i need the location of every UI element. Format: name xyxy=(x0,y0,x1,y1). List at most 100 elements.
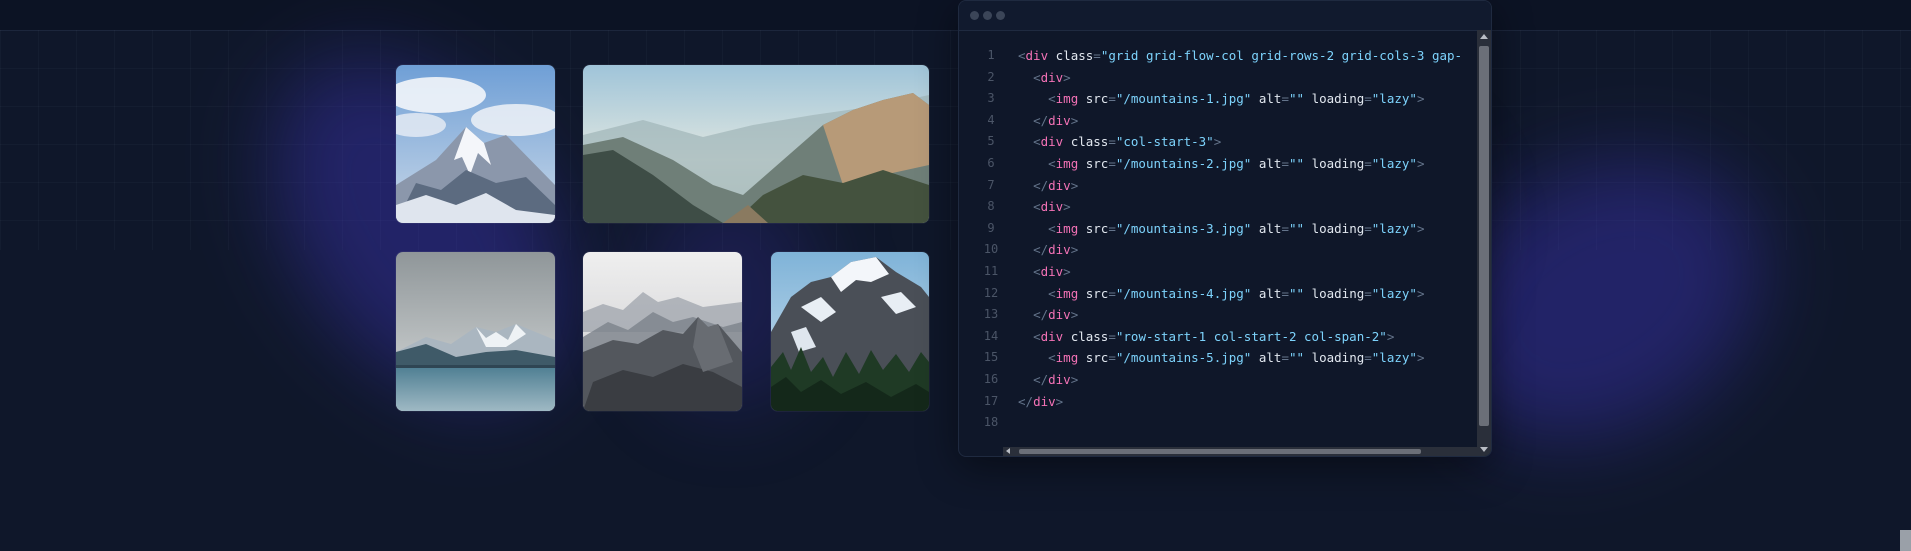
code-text: </div> xyxy=(1018,239,1078,261)
line-number: 7 xyxy=(987,177,995,192)
code-area[interactable]: 1 <div class="grid grid-flow-col grid-row… xyxy=(959,45,1477,435)
page-scrollbar-thumb[interactable] xyxy=(1900,530,1911,551)
line-number: 15 xyxy=(983,350,999,365)
code-token: > xyxy=(1070,112,1079,128)
code-token: > xyxy=(1070,307,1079,323)
code-token: = xyxy=(1108,134,1116,150)
code-token: img xyxy=(1055,220,1079,236)
code-token: loading xyxy=(1311,91,1365,107)
code-token: src xyxy=(1085,350,1109,366)
code-line: 3 <img src="/mountains-1.jpg" alt="" loa… xyxy=(959,88,1477,110)
code-text: <div> xyxy=(1018,196,1071,218)
line-number: 12 xyxy=(983,285,999,300)
vertical-scroll-thumb[interactable] xyxy=(1479,46,1489,426)
code-line: 6 <img src="/mountains-2.jpg" alt="" loa… xyxy=(959,153,1477,175)
code-token: > xyxy=(1416,285,1425,301)
code-token: > xyxy=(1063,263,1071,279)
top-band xyxy=(0,0,1911,31)
code-token: img xyxy=(1055,285,1079,301)
code-line: 15 <img src="/mountains-5.jpg" alt="" lo… xyxy=(959,347,1477,369)
code-token: = xyxy=(1281,155,1289,171)
code-token: class xyxy=(1070,328,1109,344)
code-token: div xyxy=(1025,48,1049,63)
code-token: </ xyxy=(1033,242,1049,258)
code-token: > xyxy=(1386,328,1395,344)
code-token: div xyxy=(1040,263,1064,279)
code-token: > xyxy=(1416,155,1425,171)
code-token: src xyxy=(1085,285,1109,301)
code-token: src xyxy=(1085,155,1109,171)
code-text: </div> xyxy=(1018,304,1078,326)
code-text: <div> xyxy=(1018,67,1071,89)
code-token: < xyxy=(1048,285,1056,301)
code-token: = xyxy=(1281,285,1289,301)
code-token: "grid grid-flow-col grid-rows-2 grid-col… xyxy=(1100,48,1463,63)
code-token: </ xyxy=(1033,371,1049,387)
line-number: 10 xyxy=(983,242,999,257)
code-token: = xyxy=(1281,91,1289,107)
code-token: = xyxy=(1108,285,1116,301)
code-token: img xyxy=(1055,155,1079,171)
horizontal-scroll-thumb[interactable] xyxy=(1019,449,1421,454)
line-number: 4 xyxy=(987,112,995,127)
code-token: "lazy" xyxy=(1371,220,1417,236)
code-line: 18 xyxy=(959,412,1477,434)
code-token: < xyxy=(1033,328,1041,344)
code-token: alt xyxy=(1258,285,1282,301)
code-token: = xyxy=(1093,48,1101,63)
code-text: <img src="/mountains-3.jpg" alt="" loadi… xyxy=(1018,218,1424,240)
code-line: 16 </div> xyxy=(959,369,1477,391)
code-line: 12 <img src="/mountains-4.jpg" alt="" lo… xyxy=(959,283,1477,305)
code-line: 5 <div class="col-start-3"> xyxy=(959,131,1477,153)
code-line: 1 <div class="grid grid-flow-col grid-row… xyxy=(959,45,1477,67)
code-text: <div class="grid grid-flow-col grid-rows… xyxy=(1018,45,1462,67)
horizontal-scrollbar[interactable] xyxy=(1003,447,1477,456)
scroll-down-arrow-icon[interactable] xyxy=(1480,447,1488,452)
code-token: < xyxy=(1048,220,1056,236)
code-token: div xyxy=(1048,307,1071,323)
scroll-left-arrow-icon[interactable] xyxy=(1006,448,1010,454)
code-line: 11 <div> xyxy=(959,261,1477,283)
line-number: 11 xyxy=(983,263,999,278)
code-token: src xyxy=(1085,220,1109,236)
code-line: 7 </div> xyxy=(959,175,1477,197)
code-line: 4 </div> xyxy=(959,110,1477,132)
code-token: = xyxy=(1364,220,1372,236)
scroll-up-arrow-icon[interactable] xyxy=(1480,34,1488,39)
code-editor-window: 1 <div class="grid grid-flow-col grid-row… xyxy=(958,0,1492,457)
gallery-image-mountains-2 xyxy=(583,65,929,223)
vertical-scrollbar[interactable] xyxy=(1477,30,1491,456)
code-token: div xyxy=(1040,199,1064,215)
code-text: </div> xyxy=(1018,369,1078,391)
code-token: "" xyxy=(1288,155,1305,171)
code-token: > xyxy=(1070,371,1079,387)
line-number: 13 xyxy=(983,307,999,322)
code-line: 8 <div> xyxy=(959,196,1477,218)
code-token: "lazy" xyxy=(1371,155,1417,171)
code-token: "" xyxy=(1288,350,1305,366)
code-token: < xyxy=(1033,199,1041,215)
code-token: div xyxy=(1048,177,1071,193)
code-token: = xyxy=(1108,155,1116,171)
code-token: "lazy" xyxy=(1371,350,1417,366)
line-number: 3 xyxy=(987,91,995,106)
code-token: </ xyxy=(1033,307,1049,323)
code-line: 9 <img src="/mountains-3.jpg" alt="" loa… xyxy=(959,218,1477,240)
code-token: = xyxy=(1364,350,1372,366)
code-token: > xyxy=(1063,69,1071,85)
code-text: </div> xyxy=(1018,110,1078,132)
